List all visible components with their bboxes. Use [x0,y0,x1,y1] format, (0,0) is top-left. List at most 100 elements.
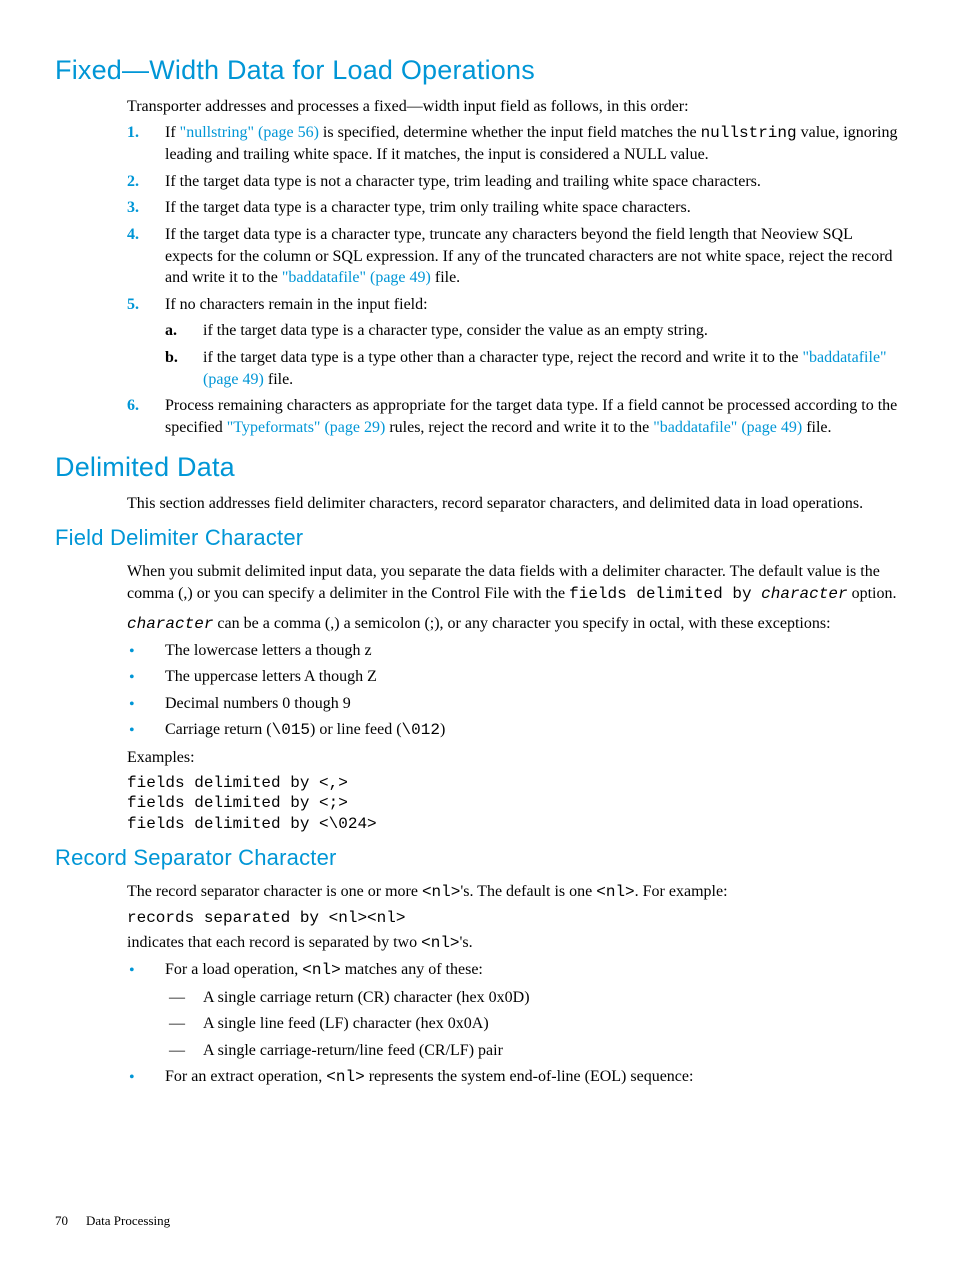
text: . For example: [635,883,728,900]
link-nullstring[interactable]: "nullstring" (page 56) [180,124,319,141]
list-marker: 5. [127,294,139,316]
heading-fixed-width: Fixed—Width Data for Load Operations [55,55,899,86]
code-inline: \012 [402,721,440,739]
text: 's. [460,934,473,951]
text: A single carriage-return/line feed (CR/L… [203,1042,503,1059]
link-baddatafile[interactable]: "baddatafile" (page 49) [282,269,431,286]
text: For an extract operation, [165,1068,326,1085]
code-inline: \015 [272,721,310,739]
code-inline: <nl> [421,934,459,952]
text: If [165,124,180,141]
paragraph: When you submit delimited input data, yo… [127,561,899,605]
dash-icon: — [169,1040,185,1062]
text: ) or line feed ( [310,721,402,738]
list-item: b. if the target data type is a type oth… [165,347,899,390]
list-marker: 6. [127,395,139,417]
text: ) [440,721,445,738]
list-marker: 1. [127,122,139,144]
code-inline: <nl> [326,1068,364,1086]
bulleted-list: • For a load operation, <nl> matches any… [127,959,899,1089]
list-marker: b. [165,347,178,369]
code-block: records separated by <nl><nl> [127,908,899,929]
text: is specified, determine whether the inpu… [319,124,701,141]
list-marker: 3. [127,197,139,219]
dash-icon: — [169,1013,185,1035]
list-item: • Decimal numbers 0 though 9 [127,693,899,715]
dashed-list: — A single carriage return (CR) character… [165,987,899,1062]
text: For a load operation, [165,961,302,978]
bullet-icon: • [129,960,135,982]
link-typeformats[interactable]: "Typeformats" (page 29) [227,419,386,436]
text: represents the system end-of-line (EOL) … [365,1068,694,1085]
list-item: — A single line feed (LF) character (hex … [165,1013,899,1035]
list-item: 1. If "nullstring" (page 56) is specifie… [127,122,899,166]
code-inline-italic: character [761,585,847,603]
section-name: Data Processing [86,1213,170,1228]
list-marker: 4. [127,224,139,246]
text: matches any of these: [341,961,483,978]
text: If no characters remain in the input fie… [165,296,428,313]
list-marker: a. [165,320,177,342]
dash-icon: — [169,987,185,1009]
bullet-icon: • [129,694,135,716]
list-item: • The uppercase letters A though Z [127,666,899,688]
heading-delimited: Delimited Data [55,452,899,483]
paragraph: indicates that each record is separated … [127,932,899,955]
text: The record separator character is one or… [127,883,422,900]
code-inline: <nl> [302,961,340,979]
heading-record-separator: Record Separator Character [55,845,899,871]
text: 's. The default is one [460,883,596,900]
list-item: • The lowercase letters a though z [127,640,899,662]
numbered-list: 1. If "nullstring" (page 56) is specifie… [127,122,899,439]
text: file. [431,269,460,286]
code-inline-italic: character [127,615,213,633]
list-item: 4. If the target data type is a characte… [127,224,899,289]
text: If the target data type is a character t… [165,226,893,286]
bullet-icon: • [129,641,135,663]
paragraph: Examples: [127,747,899,769]
code-inline: <nl> [422,883,460,901]
text: file. [802,419,831,436]
code-inline: <nl> [596,883,634,901]
alpha-list: a. if the target data type is a characte… [165,320,899,390]
text: file. [264,371,293,388]
text: Decimal numbers 0 though 9 [165,695,351,712]
bullet-icon: • [129,1067,135,1089]
text: A single carriage return (CR) character … [203,989,530,1006]
paragraph: This section addresses field delimiter c… [127,493,899,515]
page-footer: 70Data Processing [55,1213,170,1229]
list-item: 5. If no characters remain in the input … [127,294,899,390]
heading-field-delimiter: Field Delimiter Character [55,525,899,551]
text: rules, reject the record and write it to… [385,419,653,436]
text: option. [848,585,897,602]
text: The uppercase letters A though Z [165,668,377,685]
list-marker: 2. [127,171,139,193]
list-item: — A single carriage-return/line feed (CR/… [165,1040,899,1062]
code-inline: nullstring [701,124,797,142]
list-item: • For an extract operation, <nl> represe… [127,1066,899,1089]
list-item: • For a load operation, <nl> matches any… [127,959,899,1061]
text: Carriage return ( [165,721,272,738]
paragraph: character can be a comma (,) a semicolon… [127,613,899,636]
list-item: — A single carriage return (CR) character… [165,987,899,1009]
text: The lowercase letters a though z [165,642,372,659]
text: indicates that each record is separated … [127,934,421,951]
list-item: 3. If the target data type is a characte… [127,197,899,219]
text: If the target data type is a character t… [165,199,691,216]
code-inline: fields delimited by [569,585,761,603]
intro-paragraph: Transporter addresses and processes a fi… [127,96,899,118]
text: A single line feed (LF) character (hex 0… [203,1015,489,1032]
text: If the target data type is not a charact… [165,173,761,190]
list-item: • Carriage return (\015) or line feed (\0… [127,719,899,742]
list-item: a. if the target data type is a characte… [165,320,899,342]
text: if the target data type is a type other … [203,349,802,366]
list-item: 6. Process remaining characters as appro… [127,395,899,438]
link-baddatafile[interactable]: "baddatafile" (page 49) [653,419,802,436]
paragraph: The record separator character is one or… [127,881,899,904]
text: can be a comma (,) a semicolon (;), or a… [213,615,830,632]
bullet-icon: • [129,720,135,742]
bullet-icon: • [129,667,135,689]
code-block: fields delimited by <,> fields delimited… [127,773,899,835]
bulleted-list: • The lowercase letters a though z • The u… [127,640,899,742]
list-item: 2. If the target data type is not a char… [127,171,899,193]
